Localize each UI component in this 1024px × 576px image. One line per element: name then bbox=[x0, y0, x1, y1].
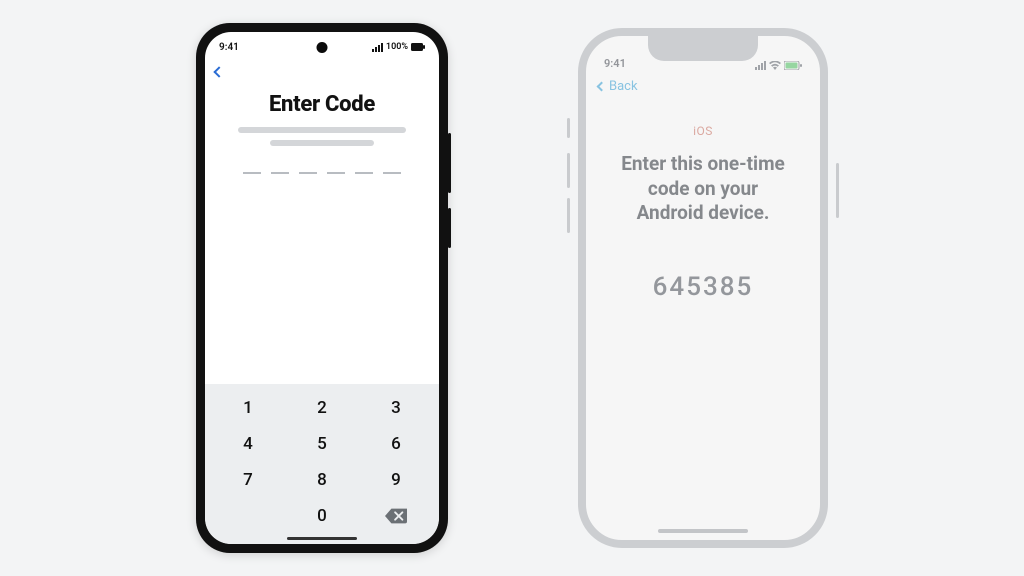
iphone-volume-down bbox=[567, 198, 570, 233]
code-digit-slot bbox=[271, 172, 289, 174]
page-title: Enter Code bbox=[227, 92, 417, 117]
keypad-key-6[interactable]: 6 bbox=[359, 426, 433, 462]
numeric-keypad: 1 2 3 4 5 6 7 8 9 0 bbox=[205, 384, 439, 544]
brand-label: iOS bbox=[616, 124, 790, 138]
android-power-button bbox=[448, 208, 451, 248]
code-digit-slot bbox=[355, 172, 373, 174]
back-icon[interactable] bbox=[213, 66, 224, 77]
status-time: 9:41 bbox=[604, 57, 626, 70]
keypad-key-3[interactable]: 3 bbox=[359, 390, 433, 426]
subtitle-placeholder bbox=[270, 140, 375, 146]
signal-icon bbox=[372, 43, 383, 52]
android-punch-hole-camera bbox=[317, 42, 328, 53]
keypad-key-empty bbox=[211, 498, 285, 534]
battery-icon bbox=[411, 43, 425, 51]
keypad-key-2[interactable]: 2 bbox=[285, 390, 359, 426]
status-time: 9:41 bbox=[219, 42, 239, 53]
code-digit-slot bbox=[243, 172, 261, 174]
battery-label: 100% bbox=[386, 42, 408, 52]
code-digit-slot bbox=[299, 172, 317, 174]
iphone-mute-switch bbox=[567, 118, 570, 138]
status-icons bbox=[755, 61, 802, 70]
iphone-home-indicator[interactable] bbox=[658, 529, 748, 533]
android-screen: 9:41 100% Enter Code bbox=[205, 32, 439, 544]
keypad-key-8[interactable]: 8 bbox=[285, 462, 359, 498]
android-nav-bar bbox=[205, 62, 439, 82]
keypad-backspace[interactable] bbox=[359, 498, 433, 534]
ios-content: iOS Enter this one-time code on your And… bbox=[586, 98, 820, 302]
instruction-heading: Enter this one-time code on your Android… bbox=[616, 152, 790, 226]
subtitle-placeholder bbox=[238, 127, 405, 133]
keypad-key-0[interactable]: 0 bbox=[285, 498, 359, 534]
iphone-power-button bbox=[836, 163, 839, 218]
code-digit-slot bbox=[383, 172, 401, 174]
ios-nav-bar: Back bbox=[586, 74, 820, 98]
status-icons: 100% bbox=[372, 42, 425, 52]
android-volume-button bbox=[448, 133, 451, 193]
keypad-key-1[interactable]: 1 bbox=[211, 390, 285, 426]
backspace-icon bbox=[385, 508, 407, 524]
keypad-key-7[interactable]: 7 bbox=[211, 462, 285, 498]
iphone-notch bbox=[648, 35, 758, 61]
signal-icon bbox=[755, 61, 766, 70]
one-time-code: 645385 bbox=[616, 272, 790, 302]
iphone-device-frame: 9:41 Back iOS Enter this one-time code o… bbox=[578, 28, 828, 548]
keypad-key-5[interactable]: 5 bbox=[285, 426, 359, 462]
back-button[interactable]: Back bbox=[609, 79, 638, 94]
iphone-volume-up bbox=[567, 153, 570, 188]
code-input[interactable] bbox=[227, 172, 417, 174]
keypad-key-4[interactable]: 4 bbox=[211, 426, 285, 462]
back-icon[interactable] bbox=[597, 81, 607, 91]
android-content: Enter Code bbox=[205, 82, 439, 384]
code-digit-slot bbox=[327, 172, 345, 174]
keypad-key-9[interactable]: 9 bbox=[359, 462, 433, 498]
battery-icon bbox=[784, 61, 802, 70]
android-home-indicator[interactable] bbox=[287, 537, 357, 540]
android-device-frame: 9:41 100% Enter Code bbox=[196, 23, 448, 553]
wifi-icon bbox=[769, 61, 781, 70]
